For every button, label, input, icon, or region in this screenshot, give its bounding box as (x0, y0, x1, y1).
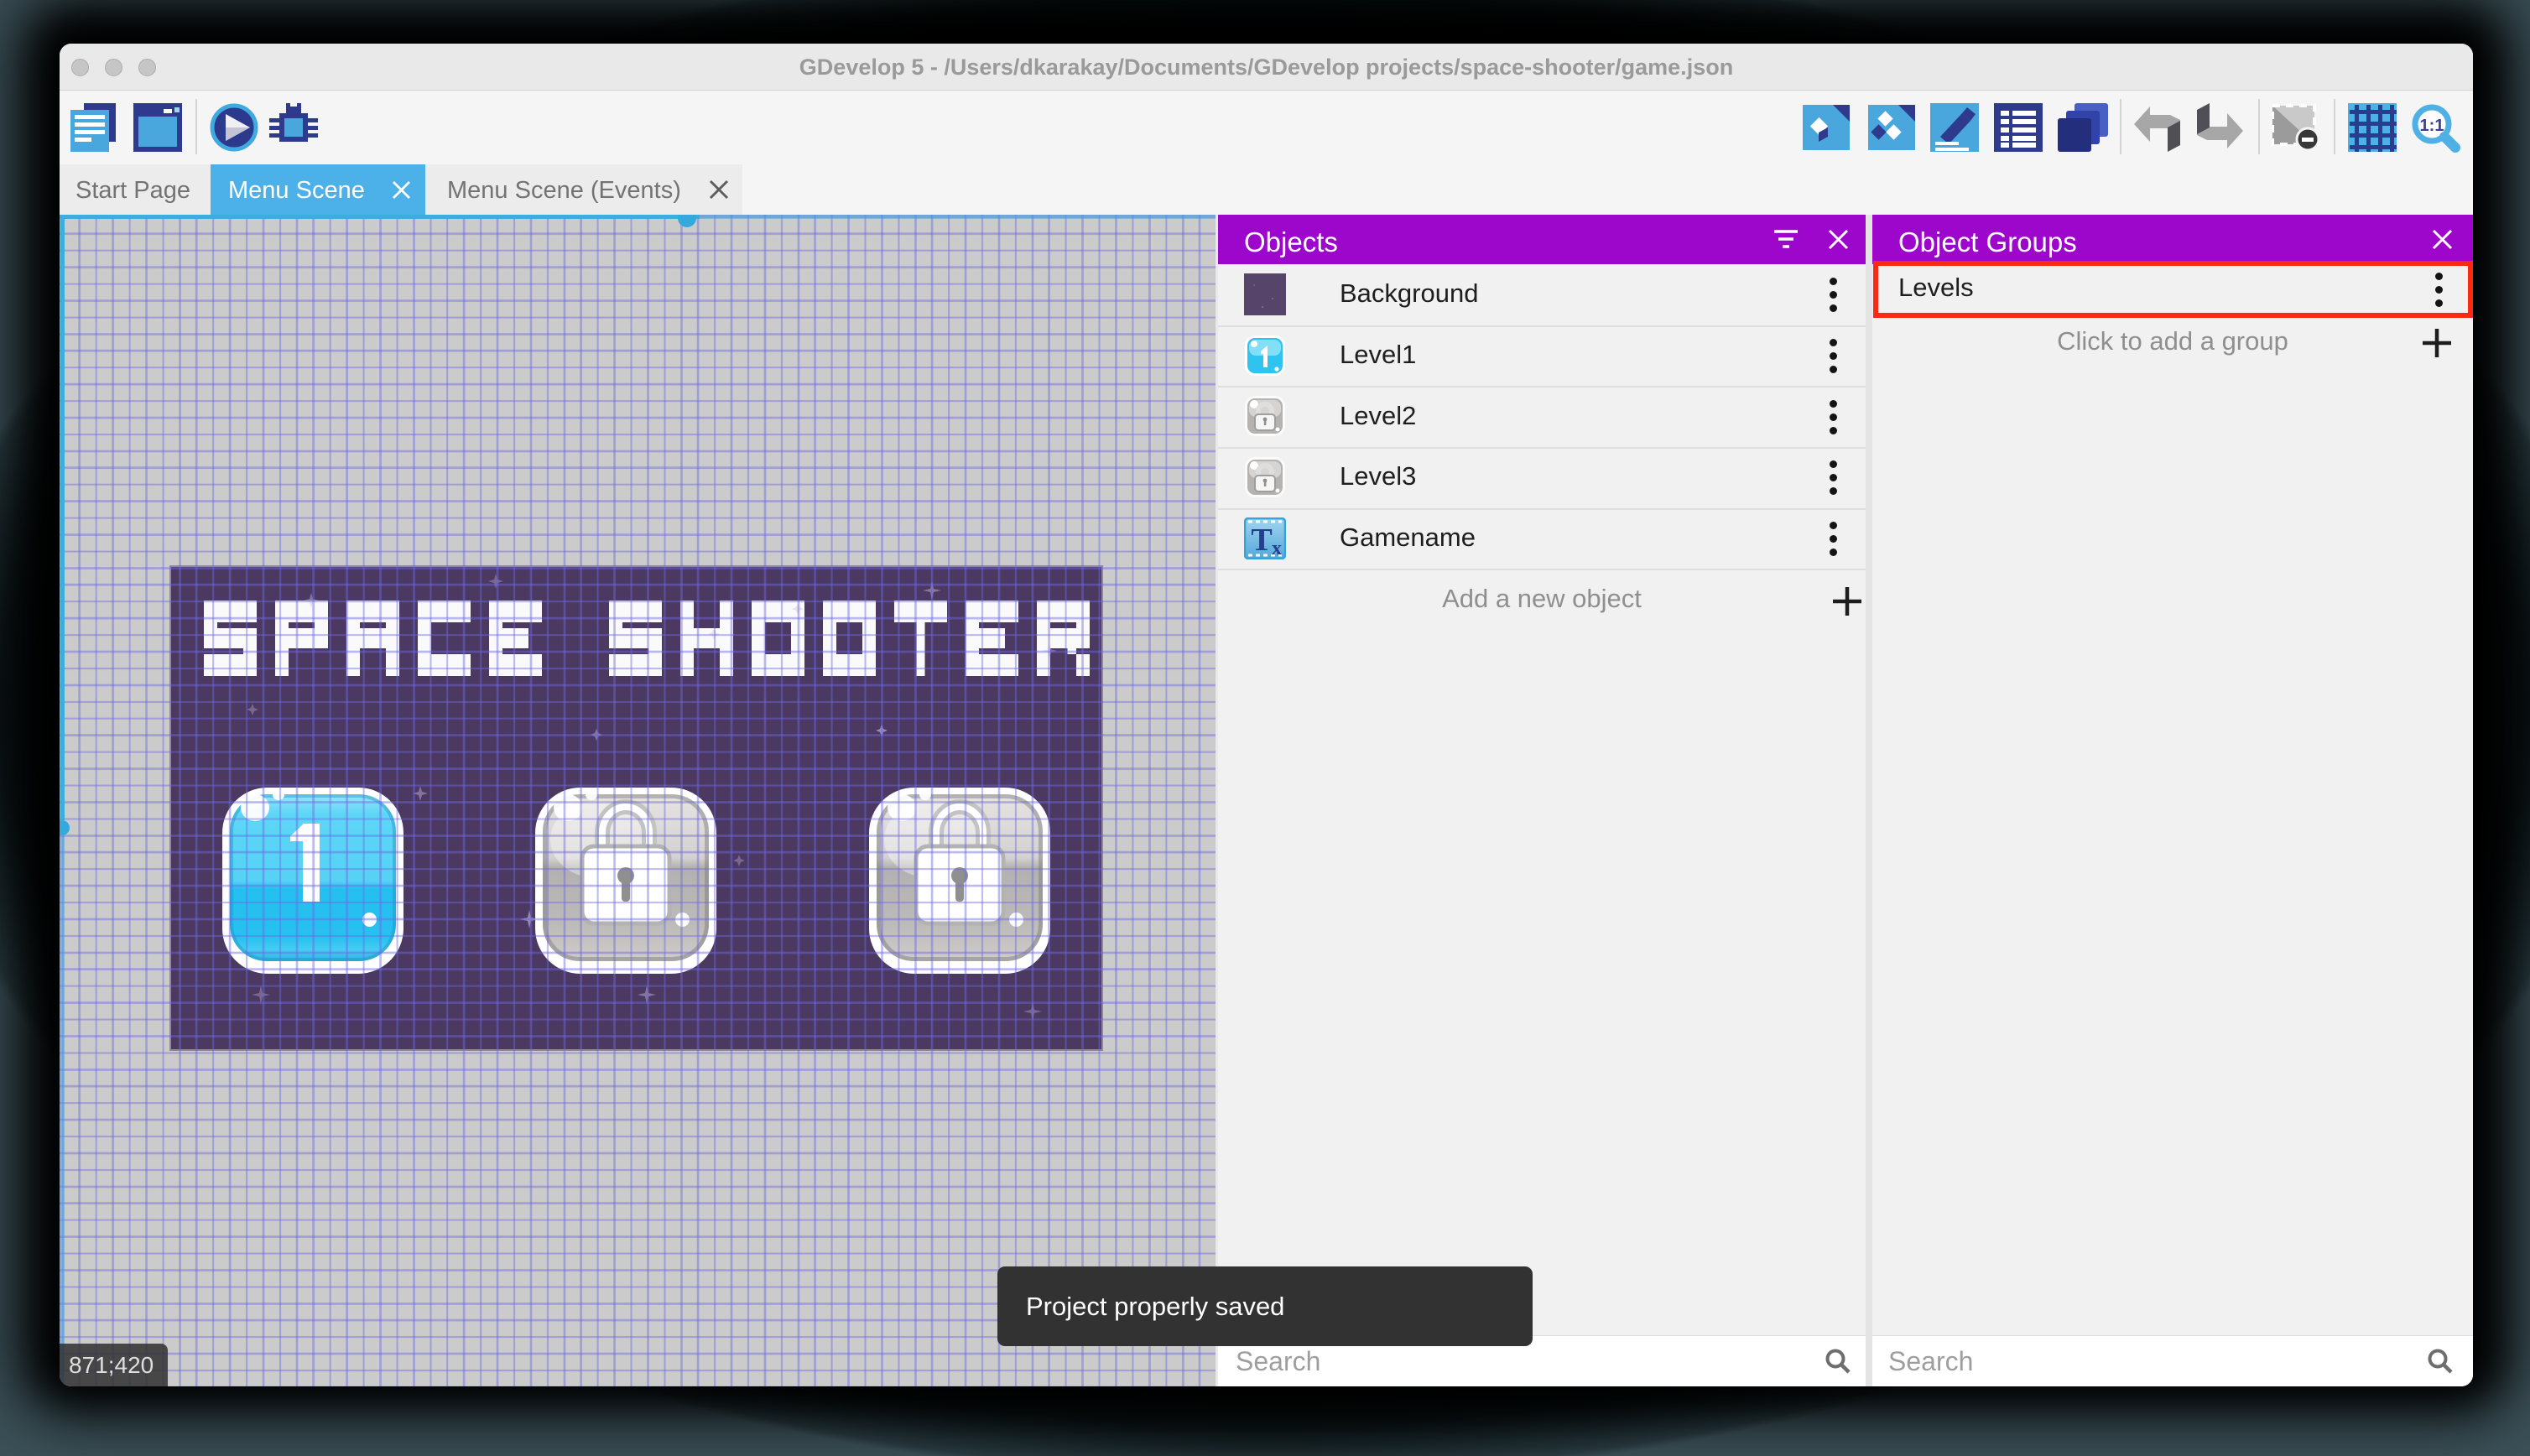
svg-text:x: x (1272, 538, 1282, 559)
svg-text:T: T (1251, 523, 1272, 558)
svg-text:1:1: 1:1 (2420, 117, 2444, 135)
